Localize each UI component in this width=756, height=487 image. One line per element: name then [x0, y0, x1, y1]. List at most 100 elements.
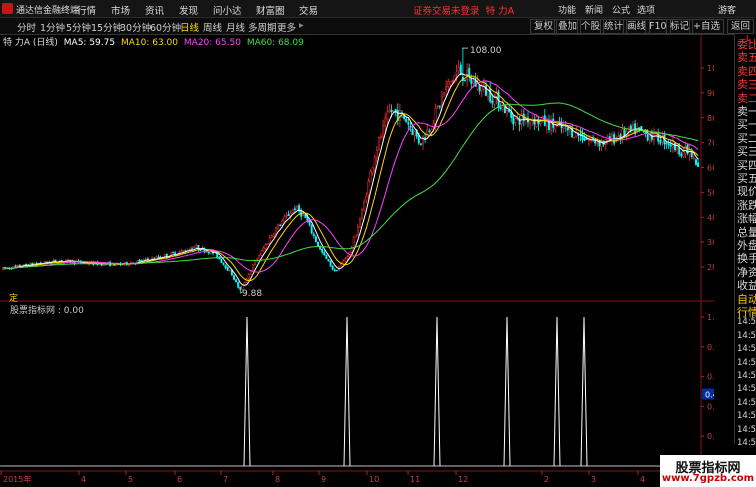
- candle-body: [285, 215, 288, 217]
- candle-body: [424, 137, 427, 139]
- date-label: 5: [128, 475, 133, 484]
- candle-body: [392, 110, 395, 112]
- menu-gongshi[interactable]: 公式: [612, 3, 630, 16]
- candle-body: [251, 264, 254, 271]
- candle-body: [665, 142, 668, 145]
- kline-chart[interactable]: 100.0 90.00 80.00 70.00 60.00 50.00 40.00 30.00…: [0, 34, 714, 486]
- date-label: 7: [223, 475, 228, 484]
- candle-body: [554, 125, 557, 130]
- candle-body: [667, 143, 670, 146]
- user-guest[interactable]: 游客: [718, 3, 736, 16]
- candle-body: [365, 196, 368, 201]
- quote-label: 14:56: [737, 438, 756, 448]
- quote-label: 14:56: [737, 384, 756, 395]
- period-5min[interactable]: 5分钟: [66, 20, 91, 34]
- candle-body: [247, 273, 250, 279]
- candle-body: [52, 259, 55, 262]
- quote-label: 14:56: [737, 411, 756, 422]
- date-label: 3: [591, 475, 596, 484]
- date-label: 4: [81, 475, 86, 484]
- candle-body: [438, 106, 441, 108]
- period-1min[interactable]: 1分钟: [40, 20, 65, 34]
- period-30min[interactable]: 30分钟: [120, 20, 151, 34]
- candle-body: [417, 135, 420, 144]
- login-alert[interactable]: 证券交易未登录 特 力A: [413, 3, 514, 17]
- menu-hangqing[interactable]: 行情: [77, 3, 96, 17]
- candle-body: [680, 153, 683, 156]
- candle-body: [264, 244, 267, 249]
- candle-body: [235, 279, 238, 283]
- indicator-current-value: 0.48: [705, 390, 714, 399]
- tool-fuquan[interactable]: 复权: [530, 19, 558, 34]
- period-more[interactable]: 更多: [277, 20, 296, 34]
- candle-body: [354, 234, 357, 238]
- candle-body: [575, 130, 578, 138]
- period-weekly[interactable]: 周线: [203, 20, 222, 34]
- watermark-url: www.7gpzb.com: [661, 473, 755, 484]
- candle-body: [342, 260, 345, 264]
- tool-back[interactable]: 返回: [727, 19, 755, 34]
- candle-body: [455, 71, 458, 75]
- menu-xinwen[interactable]: 新闻: [585, 3, 603, 16]
- menu-wenxiaoda[interactable]: 问小达: [213, 3, 242, 17]
- candle-body: [398, 110, 401, 121]
- period-multi[interactable]: 多周期: [248, 20, 277, 34]
- candle-body: [277, 223, 280, 229]
- menu-jiaoyi[interactable]: 交易: [299, 3, 318, 17]
- ma5-value: MA5: 59.75: [63, 38, 116, 48]
- candle-body: [566, 127, 569, 131]
- candle-body: [695, 159, 697, 165]
- candle-body: [390, 109, 393, 113]
- period-fenshi[interactable]: 分时: [17, 20, 36, 34]
- more-arrow-icon[interactable]: ▸: [299, 20, 304, 31]
- period-daily[interactable]: 日线: [180, 20, 199, 34]
- menu-xuanxiang[interactable]: 选项: [637, 3, 655, 16]
- candle-body: [638, 127, 641, 129]
- indicator-spikes: [0, 316, 701, 467]
- candle-body: [258, 255, 261, 260]
- period-toolbar: 分时 1分钟 5分钟 15分钟 30分钟 60分钟 日线 周线 月线 多周期 更…: [0, 18, 756, 35]
- indicator-spike: [433, 316, 441, 467]
- quote-panel: 委比 卖五 卖四 卖三 卖二 卖一 买一 买二 买三 买四 买五 现价 涨跌 涨幅 总量 外盘 换手 净资 收益 自动…: [734, 34, 756, 448]
- candle-body: [674, 142, 676, 151]
- candle-body: [489, 88, 492, 102]
- menu-caifuquan[interactable]: 财富圈: [256, 3, 285, 17]
- period-15min[interactable]: 15分钟: [91, 20, 122, 34]
- candle-body: [270, 235, 273, 239]
- candle-body: [268, 237, 271, 244]
- quote-label: 14:56: [737, 357, 756, 368]
- date-label: 6: [177, 475, 182, 484]
- candle-body: [352, 237, 355, 248]
- period-60min[interactable]: 60分钟: [150, 20, 181, 34]
- candle-body: [327, 259, 330, 262]
- period-monthly[interactable]: 月线: [226, 20, 245, 34]
- app-logo-icon: [2, 3, 13, 14]
- candle-body: [380, 136, 382, 138]
- candle-body: [323, 252, 326, 255]
- candle-body: [335, 269, 338, 272]
- quote-label: 14:56: [737, 344, 756, 355]
- candle-body: [16, 264, 19, 267]
- candle-body: [359, 218, 361, 228]
- quote-label: 14:56: [737, 317, 756, 328]
- candle-body: [405, 118, 408, 123]
- candle-body: [457, 67, 460, 71]
- ma60-line: [2, 102, 699, 269]
- candle-body: [302, 214, 305, 216]
- candle-body: [514, 118, 517, 123]
- menu-faxian[interactable]: 发现: [179, 3, 198, 17]
- indicator-spike: [580, 316, 588, 467]
- candle-body: [25, 263, 28, 266]
- candle-body: [413, 131, 416, 136]
- candle-body: [382, 124, 385, 137]
- candle-body: [344, 258, 347, 262]
- menu-gongneng[interactable]: 功能: [558, 3, 576, 16]
- tool-add-favorite[interactable]: +自选: [689, 19, 724, 34]
- candle-body: [314, 236, 317, 242]
- ma5-line: [2, 73, 699, 286]
- candle-body: [317, 241, 319, 247]
- candle-body: [451, 80, 454, 82]
- menu-shichang[interactable]: 市场: [111, 3, 130, 17]
- menu-zixun[interactable]: 资讯: [145, 3, 164, 17]
- indicator-spike: [243, 316, 251, 467]
